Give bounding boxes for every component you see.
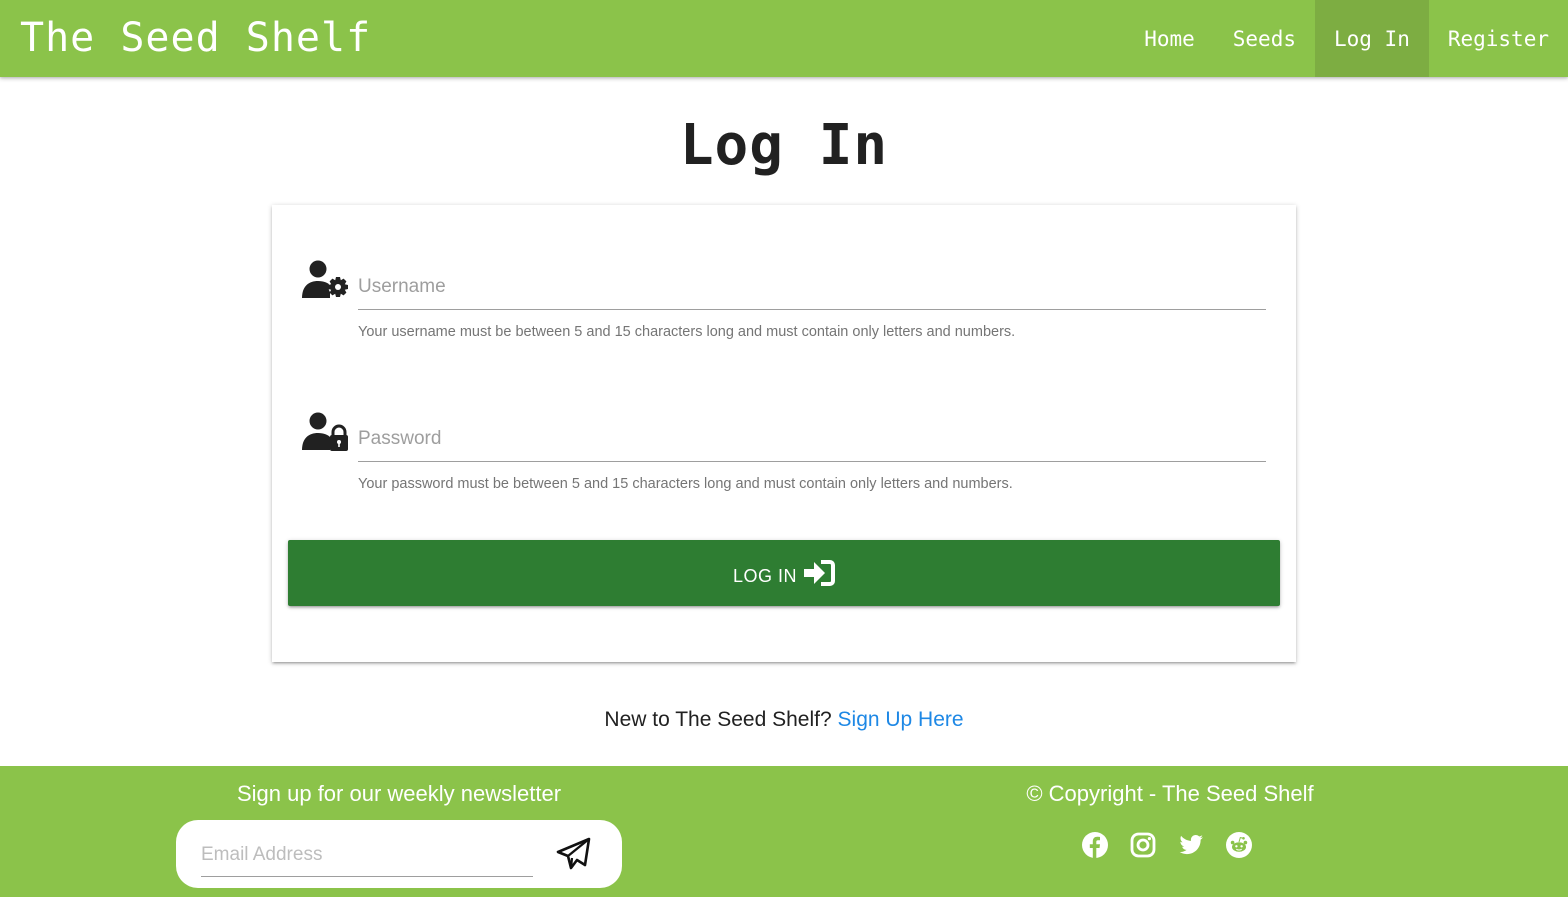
log-in-button-label: LOG IN <box>732 565 797 586</box>
newsletter-email-input[interactable] <box>201 833 533 877</box>
paper-plane-icon <box>556 837 591 870</box>
password-helper-text: Your password must be between 5 and 15 c… <box>358 476 1013 492</box>
sign-in-icon <box>804 560 835 586</box>
instagram-icon[interactable] <box>1130 832 1156 858</box>
username-helper-text: Your username must be between 5 and 15 c… <box>358 324 1016 340</box>
username-input[interactable] <box>358 264 1266 310</box>
reddit-icon[interactable] <box>1226 832 1252 858</box>
copyright-text: © Copyright - The Seed Shelf <box>1026 781 1314 806</box>
log-in-button[interactable]: LOG IN <box>288 540 1280 606</box>
nav-item-register[interactable]: Register <box>1429 0 1568 77</box>
nav-item-log-in[interactable]: Log In <box>1314 0 1429 77</box>
footer: Sign up for our weekly newsletter © Copy… <box>0 766 1568 897</box>
password-input[interactable] <box>358 416 1266 462</box>
user-lock-icon <box>302 412 348 451</box>
nav-links: Home Seeds Log In Register <box>1125 0 1568 77</box>
newsletter-form <box>176 820 622 888</box>
newsletter-send-button[interactable] <box>552 834 596 874</box>
signup-prompt-text: New to The Seed Shelf? <box>604 708 832 731</box>
login-card: Your username must be between 5 and 15 c… <box>272 205 1296 662</box>
user-gear-icon <box>302 260 348 298</box>
facebook-icon[interactable] <box>1082 832 1108 858</box>
signup-prompt: New to The Seed Shelf? Sign Up Here <box>0 708 1568 732</box>
social-links <box>1082 832 1252 858</box>
twitter-icon[interactable] <box>1178 832 1204 858</box>
brand-logo[interactable]: The Seed Shelf <box>20 14 371 62</box>
navbar: The Seed Shelf Home Seeds Log In Registe… <box>0 0 1568 77</box>
sign-up-link[interactable]: Sign Up Here <box>838 708 964 731</box>
nav-item-home[interactable]: Home <box>1125 0 1214 77</box>
nav-item-seeds[interactable]: Seeds <box>1214 0 1315 77</box>
newsletter-title: Sign up for our weekly newsletter <box>236 781 562 806</box>
page-title: Log In <box>679 113 889 178</box>
